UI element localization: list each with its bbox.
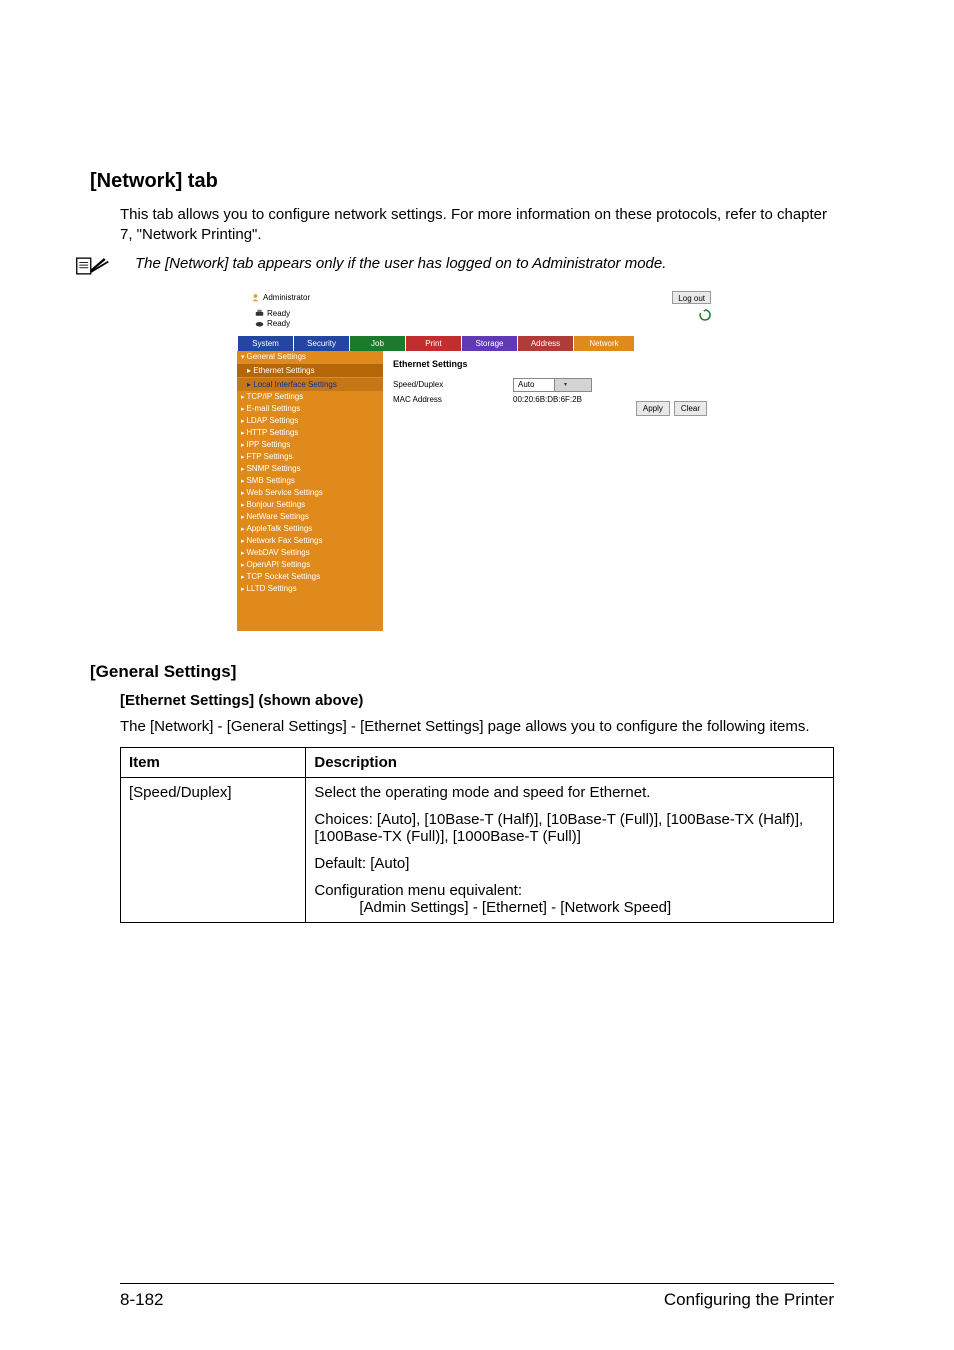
page-footer: 8-182 Configuring the Printer	[120, 1283, 834, 1310]
scanner-ready-icon	[255, 319, 264, 328]
current-user-label: Administrator	[263, 293, 310, 302]
footer-title: Configuring the Printer	[664, 1290, 834, 1310]
tab-security[interactable]: Security	[294, 336, 350, 351]
page-number: 8-182	[120, 1290, 163, 1310]
tab-network[interactable]: Network	[574, 336, 635, 351]
note-block: The [Network] tab appears only if the us…	[75, 254, 834, 276]
sidebar-item-ipp[interactable]: IPP Settings	[237, 439, 383, 451]
sidebar-item-networkfax[interactable]: Network Fax Settings	[237, 535, 383, 547]
settings-table: Item Description [Speed/Duplex] Select t…	[120, 747, 834, 923]
scanner-status: Ready	[267, 319, 290, 328]
sidebar-item-openapi[interactable]: OpenAPI Settings	[237, 559, 383, 571]
sidebar-item-snmp[interactable]: SNMP Settings	[237, 463, 383, 475]
user-icon	[251, 293, 260, 302]
logout-button[interactable]: Log out	[672, 291, 711, 304]
intro-paragraph: This tab allows you to configure network…	[120, 205, 834, 244]
network-tab-heading: [Network] tab	[90, 170, 834, 193]
sidebar-item-bonjour[interactable]: Bonjour Settings	[237, 499, 383, 511]
sidebar-item-email[interactable]: E-mail Settings	[237, 403, 383, 415]
sidebar: General Settings ▸ Ethernet Settings ▸ L…	[237, 351, 383, 631]
table-header-row: Item Description	[121, 747, 834, 777]
speed-duplex-label: Speed/Duplex	[393, 380, 513, 389]
note-text: The [Network] tab appears only if the us…	[135, 254, 666, 274]
tab-storage[interactable]: Storage	[462, 336, 518, 351]
td-item: [Speed/Duplex]	[121, 777, 306, 922]
top-tabs: System Security Job Print Storage Addres…	[237, 336, 717, 351]
apply-button[interactable]: Apply	[636, 401, 670, 416]
embedded-screenshot: Administrator Log out Ready Ready	[236, 288, 718, 632]
sidebar-item-ethernet-label: Ethernet Settings	[253, 366, 314, 375]
tab-job[interactable]: Job	[350, 336, 406, 351]
table-lead-paragraph: The [Network] - [General Settings] - [Et…	[120, 717, 834, 737]
desc-line3: Default: [Auto]	[314, 855, 825, 872]
current-user-indicator: Administrator	[251, 293, 310, 302]
desc-line4: Configuration menu equivalent:	[314, 882, 825, 899]
desc-line5: [Admin Settings] - [Ethernet] - [Network…	[314, 899, 825, 916]
desc-line2: Choices: [Auto], [10Base-T (Half)], [10B…	[314, 811, 825, 845]
sidebar-item-netware[interactable]: NetWare Settings	[237, 511, 383, 523]
desc-line1: Select the operating mode and speed for …	[314, 784, 825, 801]
th-item: Item	[121, 747, 306, 777]
sidebar-item-ftp[interactable]: FTP Settings	[237, 451, 383, 463]
sidebar-item-smb[interactable]: SMB Settings	[237, 475, 383, 487]
sidebar-item-lltd[interactable]: LLTD Settings	[237, 583, 383, 595]
refresh-icon[interactable]	[699, 309, 711, 321]
speed-duplex-value: Auto	[514, 380, 554, 389]
speed-duplex-select[interactable]: Auto	[513, 378, 592, 392]
note-icon	[75, 256, 110, 276]
th-description: Description	[306, 747, 834, 777]
td-description: Select the operating mode and speed for …	[306, 777, 834, 922]
sidebar-item-tcpip[interactable]: TCP/IP Settings	[237, 391, 383, 403]
sidebar-item-http[interactable]: HTTP Settings	[237, 427, 383, 439]
chevron-down-icon	[554, 379, 591, 391]
table-row: [Speed/Duplex] Select the operating mode…	[121, 777, 834, 922]
content-title: Ethernet Settings	[393, 359, 707, 369]
tab-print[interactable]: Print	[406, 336, 462, 351]
sidebar-item-webdav[interactable]: WebDAV Settings	[237, 547, 383, 559]
general-settings-heading: [General Settings]	[90, 662, 834, 682]
sidebar-item-local-interface-label: Local Interface Settings	[253, 380, 337, 389]
sidebar-item-webservice[interactable]: Web Service Settings	[237, 487, 383, 499]
sidebar-item-ethernet[interactable]: ▸ Ethernet Settings	[237, 363, 383, 377]
sidebar-group-general[interactable]: General Settings	[237, 351, 383, 363]
sidebar-item-appletalk[interactable]: AppleTalk Settings	[237, 523, 383, 535]
clear-button[interactable]: Clear	[674, 401, 707, 416]
printer-status: Ready	[267, 309, 290, 318]
mac-address-value: 00:20:6B:DB:6F:2B	[513, 395, 582, 404]
mac-address-label: MAC Address	[393, 395, 513, 404]
printer-ready-icon	[255, 309, 264, 318]
sidebar-item-local-interface[interactable]: ▸ Local Interface Settings	[237, 377, 383, 391]
ethernet-settings-subheading: [Ethernet Settings] (shown above)	[120, 692, 834, 709]
sidebar-item-tcpsocket[interactable]: TCP Socket Settings	[237, 571, 383, 583]
sidebar-item-ldap[interactable]: LDAP Settings	[237, 415, 383, 427]
tab-system[interactable]: System	[238, 336, 294, 351]
tab-address[interactable]: Address	[518, 336, 574, 351]
content-pane: Ethernet Settings Speed/Duplex Auto MAC …	[383, 351, 717, 631]
